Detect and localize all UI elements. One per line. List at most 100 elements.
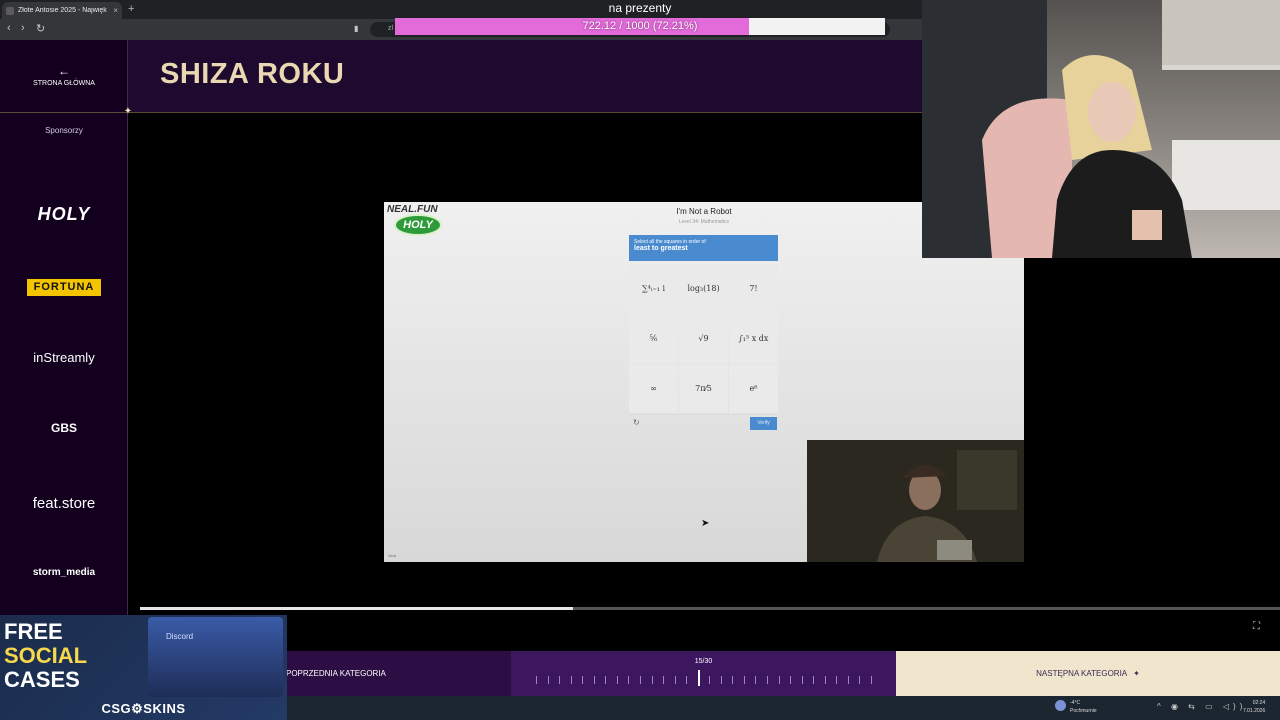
weather-icon	[1055, 700, 1066, 711]
system-tray-icons[interactable]: ^ ◉ ⇆ ▭ ◁))	[1157, 702, 1246, 711]
video-progress-fill	[140, 607, 574, 610]
favicon-icon	[6, 6, 14, 15]
video-progress-track[interactable]	[140, 607, 1280, 610]
category-tick[interactable]	[824, 676, 826, 684]
category-tick[interactable]	[813, 676, 815, 684]
sponsor-stormmedia-logo[interactable]: storm_media	[14, 567, 114, 578]
sparkle-arrow-icon: ✦	[1133, 669, 1140, 678]
captcha-title: I'm Not a Robot	[676, 207, 732, 216]
category-tick[interactable]	[651, 676, 653, 684]
sparkle-icon: ✦	[123, 106, 133, 117]
back-icon[interactable]: ‹	[7, 22, 11, 34]
taskbar-clock[interactable]: 02:24 7.01.2026	[1243, 699, 1265, 715]
captcha-cell[interactable]: √9	[679, 314, 728, 363]
captcha-cell[interactable]: ∑⁴ᵢ₌₁ i	[629, 264, 678, 313]
captcha-cell[interactable]: ∞	[629, 364, 678, 413]
mouse-cursor-icon: ➤	[701, 518, 710, 529]
tab-title: Złote Antosie 2025 - Najwięk	[18, 7, 107, 14]
promo-line-1: FREE	[4, 619, 63, 644]
category-tick[interactable]	[582, 676, 584, 684]
captcha-footer: ↻ Verify	[629, 414, 778, 432]
weather-condition: Pochmurnie	[1070, 708, 1097, 714]
category-tick[interactable]	[686, 676, 688, 684]
promo-brand-logo: CSG⚙SKINS	[101, 701, 186, 716]
promo-line-3: CASES	[4, 667, 80, 692]
category-tick[interactable]	[663, 676, 665, 684]
stream-frame: Złote Antosie 2025 - Najwięk × + ‹ › ↻ ▮…	[0, 0, 1280, 720]
category-tick[interactable]	[674, 676, 676, 684]
arrow-left-icon: ←	[58, 64, 70, 78]
sponsor-fortuna-logo[interactable]: FORTUNA	[27, 279, 101, 296]
next-category-label: NASTĘPNA KATEGORIA	[1036, 669, 1128, 678]
weather-temperature: -4°C	[1070, 700, 1081, 706]
sponsor-featstore-logo[interactable]: feat.store	[14, 495, 114, 512]
category-tick[interactable]	[847, 676, 849, 684]
reload-icon[interactable]: ↻	[36, 22, 45, 35]
home-link-label: STRONA GŁÓWNA	[33, 80, 95, 87]
category-progress: 15/30	[511, 651, 896, 696]
category-tick[interactable]	[767, 676, 769, 684]
sponsor-instreamly-logo[interactable]: inStreamly	[14, 350, 114, 365]
category-tick[interactable]	[570, 676, 572, 684]
bookmark-icon[interactable]: ▮	[354, 24, 358, 33]
webcam-streamer	[922, 0, 1280, 258]
forward-icon[interactable]: ›	[21, 22, 25, 34]
captcha-cell[interactable]: ∫₁⁵ x dx	[729, 314, 778, 363]
category-tick[interactable]	[536, 676, 537, 684]
category-title: SHIZA ROKU	[160, 58, 345, 90]
category-tick[interactable]	[639, 676, 641, 684]
category-tick-current[interactable]	[697, 670, 700, 686]
fullscreen-icon[interactable]: ⛶	[1253, 621, 1260, 632]
captcha-cell[interactable]: ⅚	[629, 314, 678, 363]
donation-goal-bar: 722.12 / 1000 (72.21%)	[395, 18, 885, 35]
category-tick[interactable]	[709, 676, 711, 684]
category-tick[interactable]	[755, 676, 757, 684]
category-tick[interactable]	[559, 676, 561, 684]
clock-time: 02:24	[1252, 700, 1266, 706]
address-text: zl	[388, 25, 394, 32]
category-tick[interactable]	[547, 676, 549, 684]
category-tick[interactable]	[616, 676, 618, 684]
category-counter: 15/30	[694, 658, 713, 665]
sponsor-gbs-logo[interactable]: GBS	[14, 421, 114, 435]
promo-line-2: SOCIAL	[4, 643, 88, 668]
next-category-button[interactable]: NASTĘPNA KATEGORIA ✦	[896, 651, 1280, 696]
donation-goal-title: na prezenty	[608, 1, 672, 15]
category-tick[interactable]	[836, 676, 838, 684]
category-tick[interactable]	[871, 676, 872, 684]
category-tick[interactable]	[593, 676, 595, 684]
promo-banner: Discord FREE SOCIAL CASES CSG⚙SKINS	[0, 615, 287, 720]
captcha-cell[interactable]: log₃(18)	[679, 264, 728, 313]
weather-widget[interactable]: -4°C Pochmurnie	[1055, 699, 1097, 715]
category-tick[interactable]	[628, 676, 630, 684]
category-tick[interactable]	[720, 676, 722, 684]
captcha-cell[interactable]: e⁶	[729, 364, 778, 413]
prev-category-label: POPRZEDNIA KATEGORIA	[286, 669, 386, 678]
sponsor-holy-logo[interactable]: HOLY	[14, 204, 114, 225]
captcha-instruction-box: Select all the squares in order of least…	[629, 235, 778, 261]
category-tick[interactable]	[732, 676, 734, 684]
header-divider	[0, 112, 922, 113]
category-tick[interactable]	[778, 676, 780, 684]
captcha-level: Level 34: Mathematics	[678, 219, 730, 225]
category-tick[interactable]	[743, 676, 745, 684]
category-tick[interactable]	[801, 676, 803, 684]
holy-badge-logo: HOLY	[394, 214, 442, 236]
discord-graphic: Discord	[148, 617, 283, 697]
new-tab-button[interactable]: +	[128, 3, 134, 15]
sponsors-heading: Sponsorzy	[45, 126, 83, 135]
captcha-emphasis: least to greatest	[634, 245, 688, 252]
category-tick[interactable]	[859, 676, 861, 684]
category-tick[interactable]	[790, 676, 792, 684]
prev-category-button[interactable]: POPRZEDNIA KATEGORIA	[286, 651, 511, 696]
category-tick[interactable]	[605, 676, 607, 684]
tab-close-icon[interactable]: ×	[113, 6, 118, 15]
captcha-reload-icon[interactable]: ↻	[633, 418, 640, 427]
webcam-guest	[807, 440, 1024, 562]
home-link[interactable]: ← STRONA GŁÓWNA	[0, 64, 128, 87]
browser-tab[interactable]: Złote Antosie 2025 - Najwięk ×	[2, 2, 122, 19]
captcha-cell[interactable]: 7π⁄5	[679, 364, 728, 413]
captcha-verify-button[interactable]: Verify	[750, 417, 777, 430]
clock-date: 7.01.2026	[1243, 708, 1266, 714]
captcha-cell[interactable]: 7!	[729, 264, 778, 313]
